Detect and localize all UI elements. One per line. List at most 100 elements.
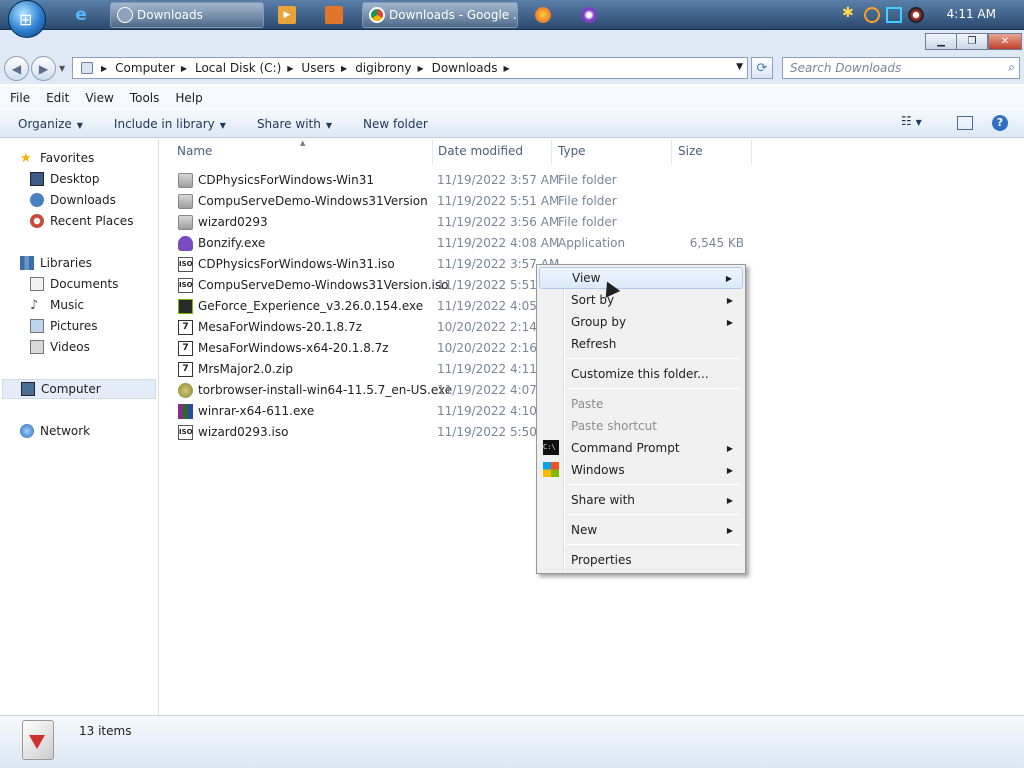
chevron-down-icon: ▼	[219, 120, 226, 130]
nav-documents[interactable]: Documents	[30, 274, 118, 294]
menu-separator	[567, 388, 741, 389]
help-button[interactable]: ?	[992, 115, 1008, 131]
column-header-date-modified[interactable]: Date modified	[438, 144, 523, 158]
breadcrumb-downloads[interactable]: Downloads	[432, 61, 498, 75]
column-header-name[interactable]: Name	[177, 144, 212, 158]
column-divider[interactable]	[751, 139, 752, 165]
chevron-down-icon: ▼	[915, 118, 922, 127]
nav-recent-places[interactable]: Recent Places	[30, 211, 133, 231]
context-group-by[interactable]: Group by ▶	[539, 311, 743, 333]
start-button[interactable]: ⊞	[8, 0, 46, 38]
breadcrumb-arrow-icon[interactable]: ▶	[181, 64, 187, 73]
taskbar-button-chrome[interactable]: Downloads - Google ...	[362, 2, 518, 28]
share-with-button[interactable]: Share with ▼	[257, 117, 332, 131]
firefox-icon[interactable]	[532, 4, 554, 26]
close-button[interactable]: ✕	[988, 33, 1022, 50]
taskbar-button-downloads[interactable]: Downloads	[110, 2, 264, 28]
breadcrumb-users[interactable]: Users	[301, 61, 335, 75]
tray-search-icon[interactable]	[864, 7, 880, 23]
maximize-button[interactable]: ❐	[956, 33, 988, 50]
menu-file[interactable]: File	[10, 91, 30, 105]
nav-network[interactable]: Network	[20, 421, 90, 441]
music-icon: ♪	[30, 298, 39, 313]
change-view-button[interactable]: ☷ ▼	[901, 114, 922, 128]
context-properties[interactable]: Properties	[539, 549, 743, 571]
breadcrumb-arrow-icon[interactable]: ▶	[101, 64, 107, 73]
breadcrumb-arrow-icon[interactable]: ▶	[417, 64, 423, 73]
column-header-type[interactable]: Type	[558, 144, 586, 158]
menu-view[interactable]: View	[85, 91, 113, 105]
menu-edit[interactable]: Edit	[46, 91, 69, 105]
breadcrumb-arrow-icon[interactable]: ▶	[504, 64, 510, 73]
submenu-arrow-icon: ▶	[726, 295, 733, 305]
recent-pages-chevron-icon[interactable]: ▼	[59, 64, 65, 73]
tray-creature-icon[interactable]: ✱	[842, 5, 858, 21]
breadcrumb-arrow-icon[interactable]: ▶	[287, 64, 293, 73]
nav-music[interactable]: ♪ Music	[30, 295, 84, 315]
nav-pictures[interactable]: Pictures	[30, 316, 98, 336]
tor-icon[interactable]	[578, 4, 600, 26]
search-input[interactable]: Search Downloads	[790, 61, 901, 75]
internet-explorer-icon[interactable]: e	[70, 4, 92, 26]
media-player-icon[interactable]: ▶	[278, 6, 296, 24]
window-titlebar[interactable]	[0, 30, 1024, 54]
context-menu: View ▶ Sort by ▶ Group by ▶ Refresh Customi…	[536, 264, 746, 574]
organize-button[interactable]: Organize ▼	[18, 117, 83, 131]
refresh-button[interactable]: ⟳	[751, 57, 773, 79]
tray-app-icon[interactable]	[908, 7, 924, 23]
bonzi-icon	[178, 236, 193, 251]
nav-videos[interactable]: Videos	[30, 337, 90, 357]
menu-separator	[567, 514, 741, 515]
windows-flag-icon	[543, 462, 559, 477]
clock[interactable]: 4:11 AM	[947, 7, 996, 21]
minimize-button[interactable]: ▁	[925, 33, 957, 50]
column-divider[interactable]	[432, 139, 433, 165]
nav-libraries[interactable]: Libraries	[20, 253, 92, 273]
search-icon[interactable]: ⌕	[1008, 60, 1015, 75]
nav-computer[interactable]: Computer	[2, 379, 156, 399]
context-windows[interactable]: Windows ▶	[539, 459, 743, 481]
forward-button[interactable]: ▶	[31, 56, 56, 81]
context-paste-shortcut: Paste shortcut	[571, 419, 657, 433]
preview-pane-button[interactable]	[957, 116, 973, 130]
search-box[interactable]: Search Downloads ⌕	[782, 57, 1020, 79]
context-share-with[interactable]: Share with ▶	[539, 489, 743, 511]
context-view[interactable]: View ▶	[539, 267, 743, 289]
item-count: 13 items	[79, 724, 132, 738]
context-command-prompt[interactable]: C:\ Command Prompt ▶	[539, 437, 743, 459]
new-folder-button[interactable]: New folder	[363, 117, 428, 131]
file-row[interactable]: wizard0293 11/19/2022 3:56 AM File folder	[176, 212, 756, 233]
context-refresh[interactable]: Refresh	[539, 333, 743, 355]
back-button[interactable]: ◀	[4, 56, 29, 81]
context-new[interactable]: New ▶	[539, 519, 743, 541]
file-row[interactable]: CDPhysicsForWindows-Win31 11/19/2022 3:57…	[176, 170, 756, 191]
breadcrumb-user[interactable]: digibrony	[355, 61, 411, 75]
nav-downloads[interactable]: Downloads	[30, 190, 116, 210]
minimize-icon: ▁	[937, 36, 945, 47]
column-divider[interactable]	[671, 139, 672, 165]
menu-help[interactable]: Help	[175, 91, 202, 105]
context-customize-folder[interactable]: Customize this folder...	[539, 363, 743, 385]
menu-tools[interactable]: Tools	[130, 91, 160, 105]
pictures-icon	[30, 319, 44, 333]
context-sort-by[interactable]: Sort by ▶	[539, 289, 743, 311]
breadcrumb-arrow-icon[interactable]: ▶	[341, 64, 347, 73]
column-divider[interactable]	[551, 139, 552, 165]
file-row[interactable]: CompuServeDemo-Windows31Version 11/19/202…	[176, 191, 756, 212]
tray-display-icon[interactable]	[886, 7, 902, 23]
network-icon	[20, 424, 34, 438]
file-row[interactable]: Bonzify.exe 11/19/2022 4:08 AM Application…	[176, 233, 756, 254]
address-dropdown-icon[interactable]: ▼	[736, 62, 743, 72]
include-in-library-button[interactable]: Include in library ▼	[114, 117, 226, 131]
iso-file-icon: ISO	[178, 257, 193, 272]
address-bar[interactable]: ▶ Computer ▶ Local Disk (C:) ▶ Users ▶ d…	[72, 57, 748, 79]
breadcrumb-computer[interactable]: Computer	[115, 61, 175, 75]
nav-favorites[interactable]: ★ Favorites	[20, 148, 94, 168]
submenu-arrow-icon: ▶	[726, 317, 733, 327]
nav-desktop[interactable]: Desktop	[30, 169, 100, 189]
winrar-icon	[178, 404, 193, 419]
app-icon[interactable]	[325, 6, 343, 24]
column-header-size[interactable]: Size	[678, 144, 703, 158]
breadcrumb-local-disk[interactable]: Local Disk (C:)	[195, 61, 281, 75]
menu-bar: File Edit View Tools Help	[0, 87, 1024, 109]
